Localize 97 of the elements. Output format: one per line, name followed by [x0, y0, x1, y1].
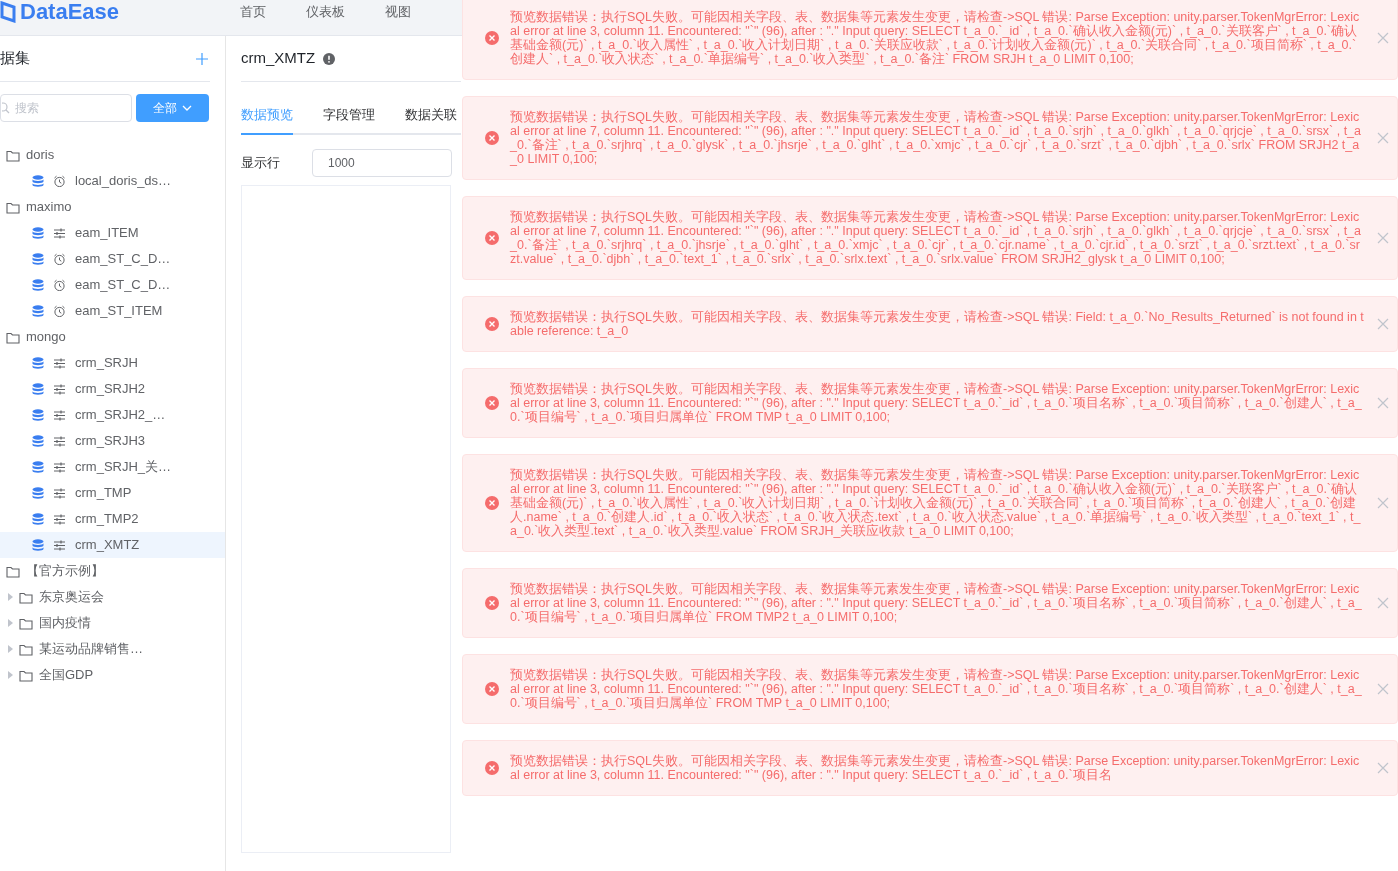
error-message: 预览数据错误：执行SQL失败。可能因相关字段、表、数据集等元素发生变更，请检查->SQL 错误: Parse Exception: unity.parser.TokenMgrError: Lexical error at line 7, column 11. Encountered: "`" (96), after : "." Input query: SELECT t_a_0.`_id` , t_a_0.`srjh` , t_a_0.`glkh` , t_a_0.`qrjcje` , t_a_0.`srsx` , t_a_0.`备注` , t_a_0.`srjhrq` , t_a_0.`jhsrje` , t_a_0.`glht` , t_a_0.`xmjc` , t_a_0.`cjr` , t_a_0.`cjr.name` , t_a_0.`cjr.id` , t_a_0.`srzt` , t_a_0.`srzt.text` , t_a_0.`srzt.value` , t_a_0.`djbh` , t_a_0.`text_1` , t_a_0.`srlx` , t_a_0.`srlx.text` , t_a_0.`srlx.value` FROM SRJH2_glysk t_a_0 LIMIT 0,100;	[510, 210, 1362, 266]
error-message: 预览数据错误：执行SQL失败。可能因相关字段、表、数据集等元素发生变更，请检查->SQL 错误: Parse Exception: unity.parser.TokenMgrError: Lexical error at line 3, column 11. Encountered: "`" (96), after : "." Input query: SELECT t_a_0.`_id` , t_a_0.`项目名称` , t_a_0.`项目简称` , t_a_0.`创建人` , t_a_0.`项目编号` , t_a_0.`项目归属单位` FROM TMP t_a_0 LIMIT 0,100;	[510, 382, 1363, 424]
expand-arrow-icon[interactable]	[8, 593, 13, 601]
close-icon	[1377, 683, 1389, 695]
error-icon	[485, 231, 499, 245]
error-icon	[485, 317, 499, 331]
add-icon[interactable]	[196, 52, 208, 65]
dataset-name[interactable]: crm_SRJH	[75, 353, 138, 373]
database-icon	[32, 356, 44, 370]
folder-icon	[19, 642, 33, 656]
database-icon	[32, 460, 44, 474]
close-button[interactable]	[1377, 597, 1389, 609]
close-button[interactable]	[1377, 132, 1389, 144]
rows-input[interactable]: 1000	[312, 148, 452, 177]
database-icon	[32, 434, 44, 448]
dataset-name[interactable]: eam_ST_ITEM	[75, 301, 163, 321]
close-icon	[1377, 497, 1389, 509]
error-icon	[485, 596, 499, 610]
dataset-name[interactable]: crm_SRJH3	[75, 431, 146, 451]
dataset-name[interactable]: crm_SRJH2_…	[75, 405, 166, 425]
database-icon	[32, 538, 44, 552]
info-icon[interactable]	[323, 52, 336, 65]
close-button[interactable]	[1377, 762, 1389, 774]
error-icon	[485, 496, 499, 510]
database-icon	[32, 174, 44, 188]
nav-link[interactable]: 首页	[240, 1, 266, 22]
database-icon	[32, 278, 44, 292]
close-icon	[1377, 597, 1389, 609]
expand-arrow-icon[interactable]	[8, 619, 13, 627]
error-message: 预览数据错误：执行SQL失败。可能因相关字段、表、数据集等元素发生变更，请检查->SQL 错误: Parse Exception: unity.parser.TokenMgrError: Lexical error at line 3, column 11. Encountered: "`" (96), after : "." Input query: SELECT t_a_0.`_id` , t_a_0.`确认收入金额(元)` , t_a_0.`关联客户` , t_a_0.`确认基础金额(元)` , t_a_0.`收入属性` , t_a_0.`收入计划日期` , t_a_0.`计划收入金额(元)` , t_a_0.`关联合同` , t_a_0.`项目简称` , t_a_0.`创建人` , t_a_0.`创建人.name` , t_a_0.`创建人.id` , t_a_0.`收入状态` , t_a_0.`收入状态.text` , t_a_0.`收入状态.value` , t_a_0.`单据编号` , t_a_0.`收入类型` , t_a_0.`text_1` , t_a_0.`收入类型.text` , t_a_0.`收入类型.value` FROM SRJH_关联应收款 t_a_0 LIMIT 0,100;	[510, 468, 1362, 538]
error-message: 预览数据错误：执行SQL失败。可能因相关字段、表、数据集等元素发生变更，请检查->SQL 错误: Parse Exception: unity.parser.TokenMgrError: Lexical error at line 7, column 11. Encountered: "`" (96), after : "." Input query: SELECT t_a_0.`_id` , t_a_0.`srjh` , t_a_0.`glkh` , t_a_0.`qrjcje` , t_a_0.`srsx` , t_a_0.`备注` , t_a_0.`srjhrq` , t_a_0.`glysk` , t_a_0.`jhsrje` , t_a_0.`glht` , t_a_0.`xmjc` , t_a_0.`cjr` , t_a_0.`srzt` , t_a_0.`djbh` , t_a_0.`srlx` FROM SRJH2 t_a_0 LIMIT 0,100;	[510, 110, 1362, 166]
dataset-name[interactable]: crm_TMP2	[75, 509, 139, 529]
expand-arrow-icon[interactable]	[8, 645, 13, 653]
dataset-name[interactable]: eam_ST_C_D…	[75, 275, 171, 295]
database-icon	[32, 304, 44, 318]
tab[interactable]: 字段管理	[323, 95, 375, 135]
folder-name[interactable]: 某运动品牌销售…	[39, 639, 143, 659]
chevron-down-icon	[182, 105, 192, 111]
nav-link[interactable]: 视图	[385, 1, 411, 22]
folder-icon	[6, 564, 20, 578]
folder-icon	[6, 148, 20, 162]
database-icon	[32, 512, 44, 526]
error-icon	[485, 31, 499, 45]
rows-label: 显示行	[241, 153, 280, 172]
close-button[interactable]	[1377, 318, 1389, 330]
search-icon	[2, 102, 10, 114]
close-icon	[1377, 232, 1389, 244]
nav-link[interactable]: 仪表板	[306, 1, 345, 22]
close-icon	[1377, 132, 1389, 144]
error-icon	[485, 682, 499, 696]
database-icon	[32, 382, 44, 396]
error-message: 预览数据错误：执行SQL失败。可能因相关字段、表、数据集等元素发生变更，请检查->SQL 错误: Parse Exception: unity.parser.TokenMgrError: Lexical error at line 3, column 11. Encountered: "`" (96), after : "." Input query: SELECT t_a_0.`_id` , t_a_0.`项目名称` , t_a_0.`项目简称` , t_a_0.`创建人` , t_a_0.`项目编号` , t_a_0.`项目归属单位` FROM TMP2 t_a_0 LIMIT 0,100;	[510, 582, 1363, 624]
close-icon	[1377, 397, 1389, 409]
database-icon	[32, 252, 44, 266]
folder-name[interactable]: 东京奥运会	[39, 587, 104, 607]
dataset-name[interactable]: eam_ITEM	[75, 223, 139, 243]
folder-icon	[19, 590, 33, 604]
error-icon	[485, 131, 499, 145]
folder-name[interactable]: 全国GDP	[39, 665, 94, 685]
error-icon	[485, 396, 499, 410]
dataset-title: crm_XMTZ	[241, 48, 316, 69]
folder-icon	[6, 330, 20, 344]
logo-text: DataEase	[20, 0, 120, 23]
dataset-name[interactable]: eam_ST_C_D…	[75, 249, 171, 269]
error-message: 预览数据错误：执行SQL失败。可能因相关字段、表、数据集等元素发生变更，请检查->SQL 错误: Parse Exception: unity.parser.TokenMgrError: Lexical error at line 3, column 11. Encountered: "`" (96), after : "." Input query: SELECT t_a_0.`_id` , t_a_0.`确认收入金额(元)` , t_a_0.`关联客户` , t_a_0.`确认基础金额(元)` , t_a_0.`收入属性` , t_a_0.`收入计划日期` , t_a_0.`关联应收款` , t_a_0.`计划收入金额(元)` , t_a_0.`关联合同` , t_a_0.`项目简称` , t_a_0.`创建人` , t_a_0.`收入状态` , t_a_0.`单据编号` , t_a_0.`收入类型` , t_a_0.`备注` FROM SRJH t_a_0 LIMIT 0,100;	[510, 10, 1361, 66]
dataset-name[interactable]: crm_SRJH_关…	[75, 457, 172, 477]
close-button[interactable]	[1377, 232, 1389, 244]
logo-icon	[0, 0, 16, 23]
folder-name[interactable]: 国内疫情	[39, 613, 91, 633]
folder-name[interactable]: mongo	[26, 327, 66, 347]
close-button[interactable]	[1377, 397, 1389, 409]
folder-icon	[19, 668, 33, 682]
folder-name[interactable]: 【官方示例】	[26, 561, 104, 581]
close-button[interactable]	[1377, 497, 1389, 509]
error-icon	[485, 761, 499, 775]
close-icon	[1377, 32, 1389, 44]
folder-icon	[19, 616, 33, 630]
expand-arrow-icon[interactable]	[8, 671, 13, 679]
database-icon	[32, 408, 44, 422]
folder-icon	[6, 200, 20, 214]
close-icon	[1377, 318, 1389, 330]
error-message: 预览数据错误：执行SQL失败。可能因相关字段、表、数据集等元素发生变更，请检查->SQL 错误: Parse Exception: unity.parser.TokenMgrError: Lexical error at line 3, column 11. Encountered: "`" (96), after : "." Input query: SELECT t_a_0.`_id` , t_a_0.`项目名	[510, 754, 1361, 782]
database-icon	[32, 226, 44, 240]
dataset-name[interactable]: crm_TMP	[75, 483, 132, 503]
error-message: 预览数据错误：执行SQL失败。可能因相关字段、表、数据集等元素发生变更，请检查->SQL 错误: Parse Exception: unity.parser.TokenMgrError: Lexical error at line 3, column 11. Encountered: "`" (96), after : "." Input query: SELECT t_a_0.`_id` , t_a_0.`项目名称` , t_a_0.`项目简称` , t_a_0.`创建人` , t_a_0.`项目编号` , t_a_0.`项目归属单位` FROM TMP t_a_0 LIMIT 0,100;	[510, 668, 1363, 710]
database-icon	[32, 486, 44, 500]
search-field[interactable]: 搜索	[0, 94, 132, 122]
close-button[interactable]	[1377, 683, 1389, 695]
dataset-name[interactable]: crm_SRJH2	[75, 379, 146, 399]
folder-name[interactable]: maximo	[26, 197, 72, 217]
close-icon	[1377, 762, 1389, 774]
panel-title: 据集	[0, 48, 30, 69]
dataset-name[interactable]: local_doris_ds…	[75, 171, 172, 191]
close-button[interactable]	[1377, 32, 1389, 44]
error-message: 预览数据错误：执行SQL失败。可能因相关字段、表、数据集等元素发生变更，请检查->SQL 错误: Field: t_a_0.`No_Results_Returned` is not found in table reference: t_a_0	[510, 310, 1365, 338]
folder-name[interactable]: doris	[26, 145, 55, 165]
tab[interactable]: 数据关联	[405, 95, 457, 135]
